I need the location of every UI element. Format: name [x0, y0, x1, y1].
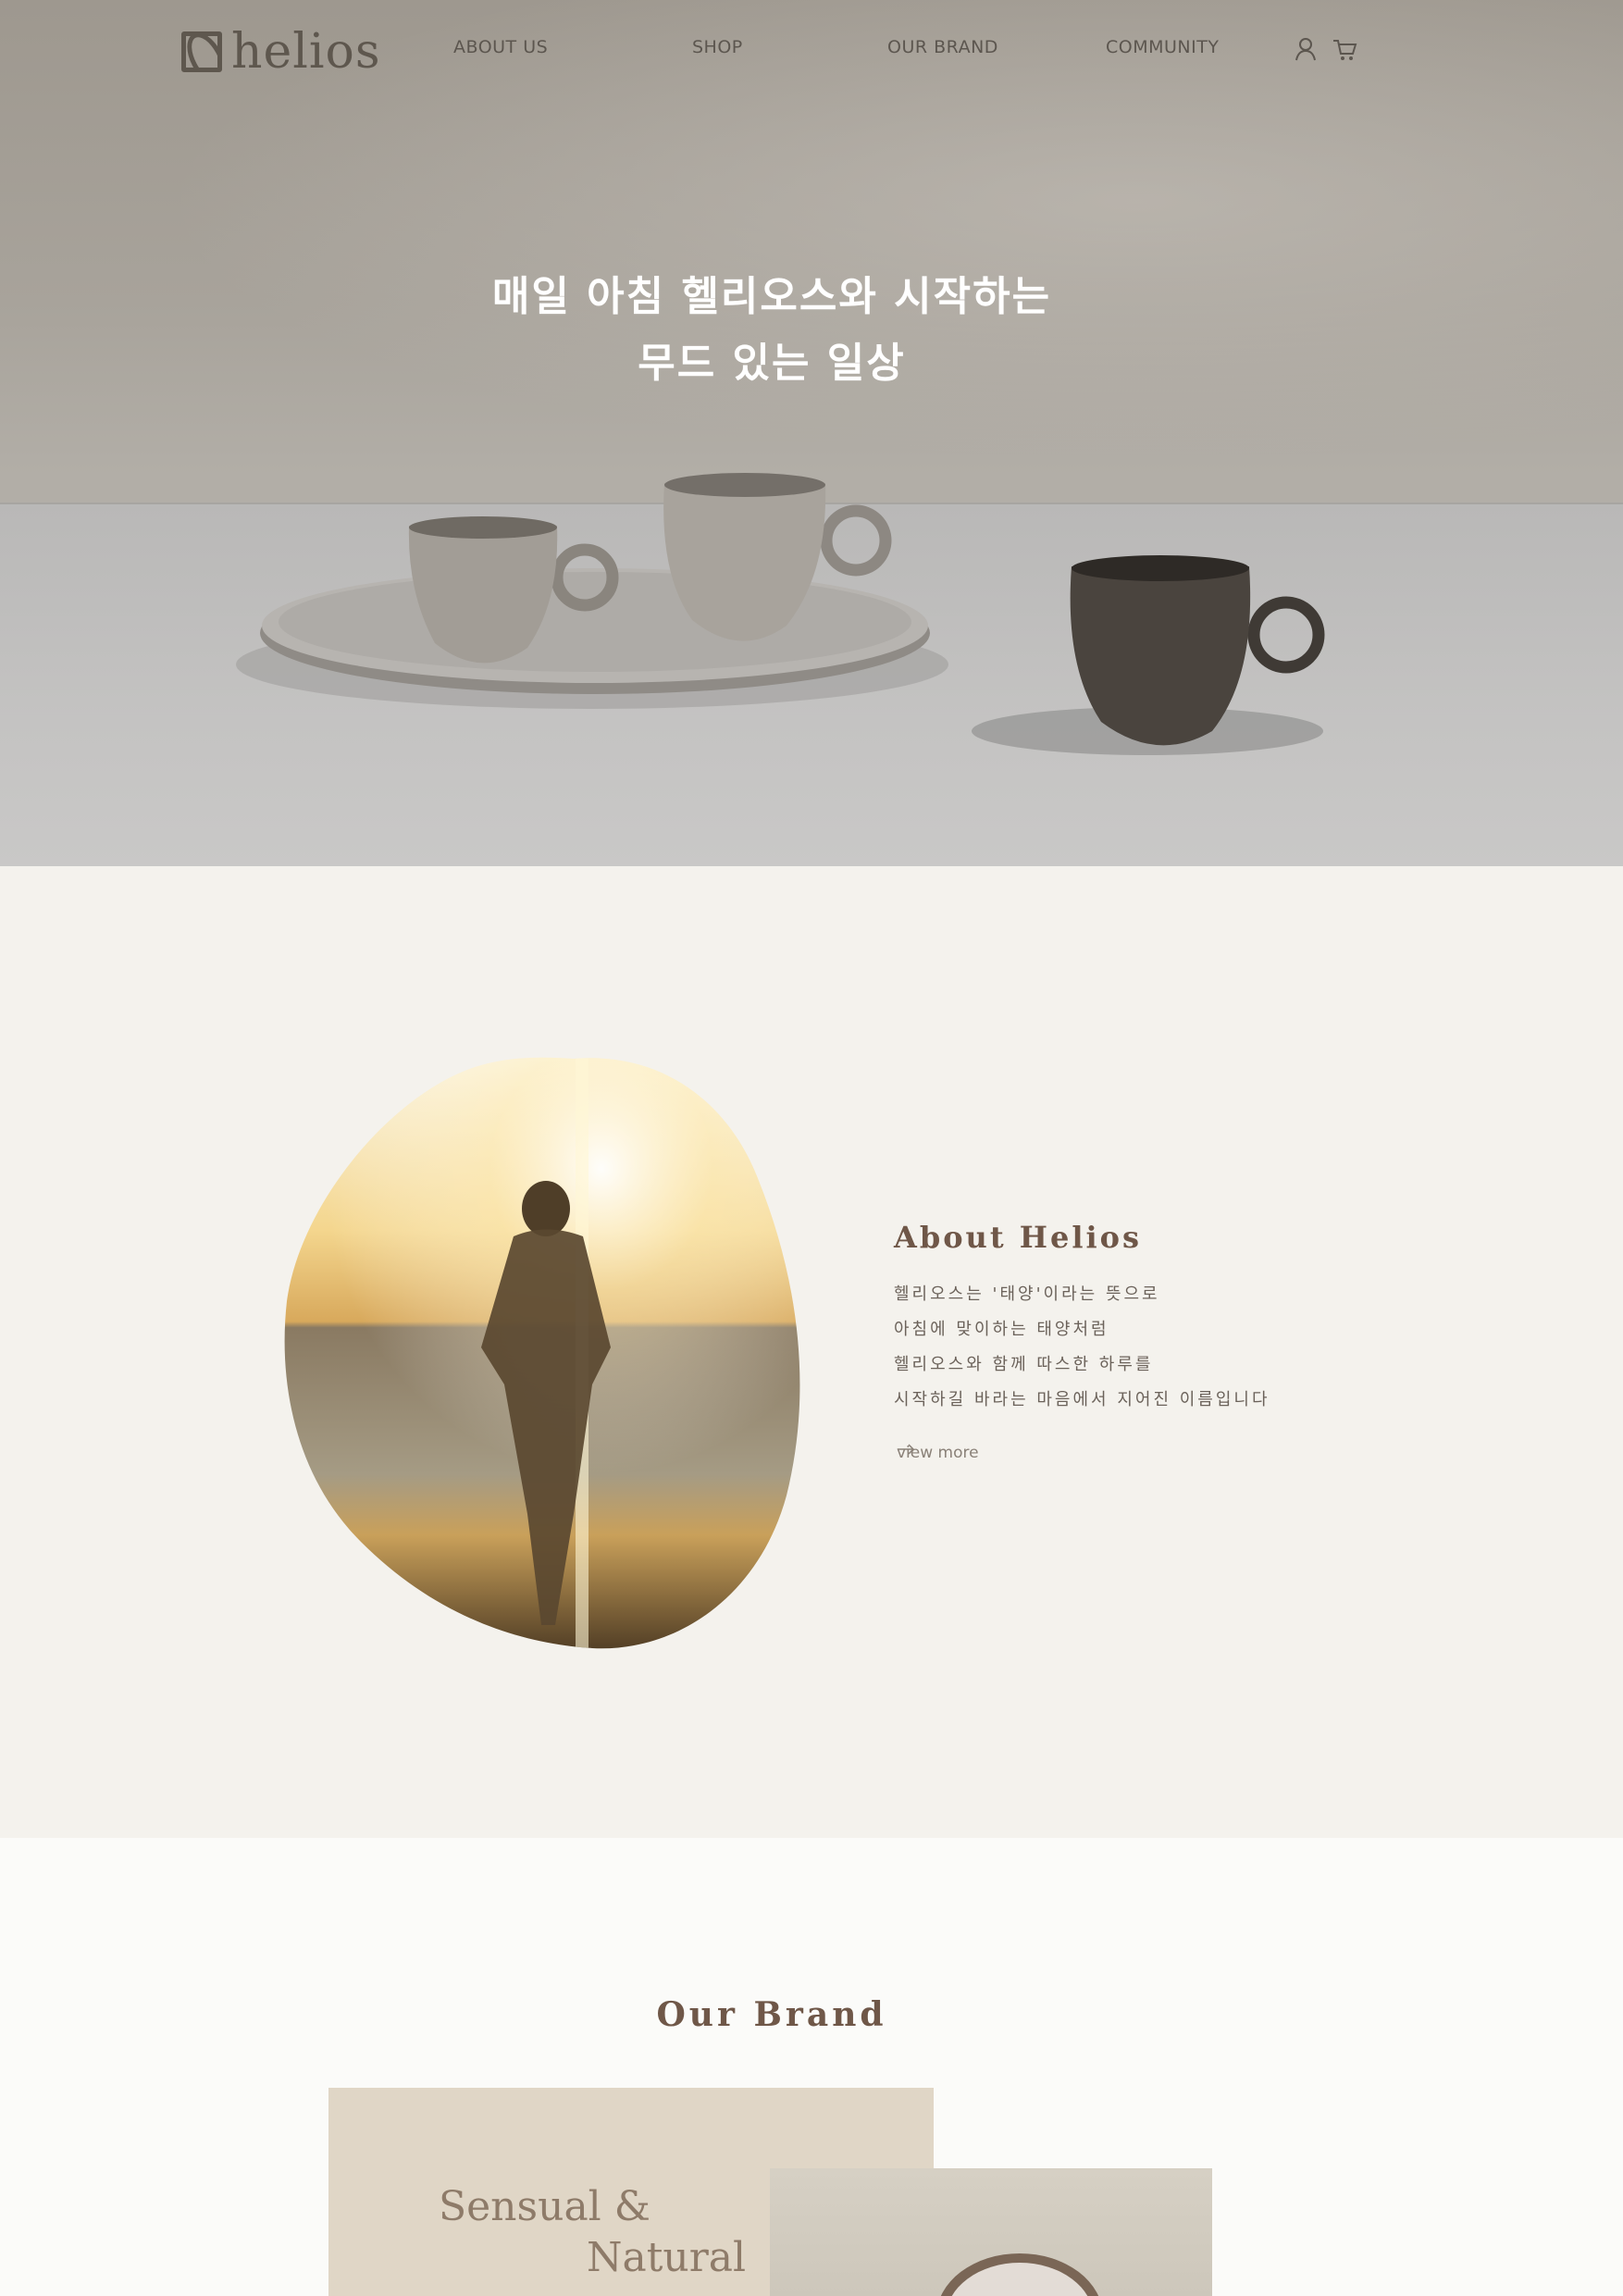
our-brand-section: Our Brand Sensual & Natural: [0, 1838, 1623, 2296]
hero-title: 매일 아침 헬리오스와 시작하는 무드 있는 일상: [0, 264, 1543, 397]
about-sunset-image: [284, 1057, 800, 1649]
hero-cups-image: [236, 473, 1325, 755]
brand-phrase-line-2: Natural: [587, 2234, 747, 2281]
hero-section: helios ABOUT US SHOP OUR BRAND COMMUNITY…: [0, 0, 1623, 866]
nav-item-about-us[interactable]: ABOUT US: [453, 37, 548, 57]
hero-title-line-2: 무드 있는 일상: [638, 340, 906, 387]
helios-logo[interactable]: helios: [181, 26, 381, 78]
about-section: About Helios 헬리오스는 '태양'이라는 뜻으로 아침에 맞이하는 …: [0, 866, 1623, 1838]
hero-title-line-1: 매일 아침 헬리오스와 시작하는: [491, 273, 1052, 320]
brand-phrase-line-1: Sensual &: [439, 2183, 650, 2230]
nav-item-our-brand[interactable]: OUR BRAND: [887, 37, 998, 57]
our-brand-title: Our Brand: [656, 1995, 887, 2034]
about-line: 헬리오스는 '태양'이라는 뜻으로: [894, 1285, 1160, 1304]
about-line: 아침에 맞이하는 태양처럼: [894, 1320, 1109, 1339]
about-title: About Helios: [894, 1220, 1142, 1255]
about-line: 헬리오스와 함께 따스한 하루를: [894, 1355, 1154, 1374]
brand-plate-image: [770, 2168, 1212, 2296]
nav-item-community[interactable]: COMMUNITY: [1106, 37, 1219, 57]
top-navigation: helios ABOUT US SHOP OUR BRAND COMMUNITY: [0, 0, 1623, 102]
logo-mark-icon: [181, 31, 222, 72]
nav-item-shop[interactable]: SHOP: [692, 37, 743, 57]
user-icon[interactable]: [1292, 35, 1319, 63]
about-description: 헬리오스는 '태양'이라는 뜻으로 아침에 맞이하는 태양처럼 헬리오스와 함께…: [894, 1277, 1270, 1418]
view-more-link[interactable]: view more: [897, 1444, 986, 1462]
logo-text: helios: [231, 24, 381, 80]
about-line: 시작하길 바라는 마음에서 지어진 이름입니다: [894, 1390, 1270, 1409]
cart-icon[interactable]: [1331, 35, 1358, 63]
